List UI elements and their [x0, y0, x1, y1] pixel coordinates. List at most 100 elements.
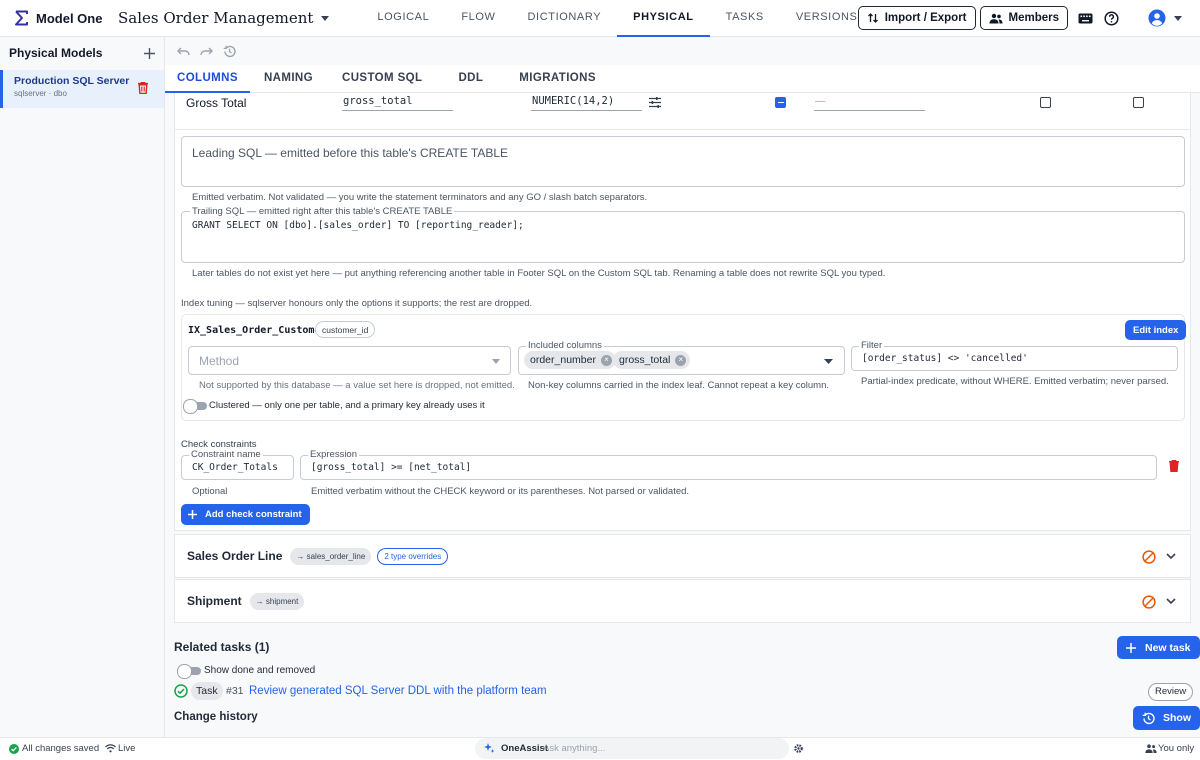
assist-settings-icon[interactable] — [793, 743, 804, 754]
review-button[interactable]: Review — [1148, 683, 1194, 701]
included-chip-label: gross_total — [619, 354, 671, 366]
type-tune-icon[interactable] — [649, 97, 661, 108]
new-task-button[interactable]: New task — [1117, 636, 1200, 659]
trailing-sql-label: Trailing SQL — emitted right after this … — [190, 206, 455, 217]
excluded-icon[interactable] — [1142, 550, 1156, 564]
filter-field[interactable]: [order_status] <> 'cancelled' — [851, 346, 1178, 371]
account-caret-icon[interactable] — [1170, 6, 1186, 30]
tab-migrations[interactable]: MIGRATIONS — [495, 65, 608, 93]
included-chip-label: order_number — [530, 354, 596, 366]
physical-name-field[interactable]: gross_total — [342, 93, 453, 111]
constraint-expression-helper: Emitted verbatim without the CHECK keywo… — [311, 486, 690, 497]
tab-logical[interactable]: LOGICAL — [361, 0, 445, 37]
tab-physical[interactable]: PHYSICAL — [617, 0, 710, 37]
tab-naming[interactable]: NAMING — [250, 65, 325, 93]
sidebar-item-sub: sqlserver · dbo — [14, 89, 67, 98]
live-status: Live — [118, 743, 136, 754]
top-bar: Model One Sales Order Management LOGICAL… — [0, 0, 1200, 37]
show-done-label: Show done and removed — [204, 665, 316, 676]
constraint-name-label: Constraint name — [189, 449, 263, 460]
tab-ddl[interactable]: DDL — [434, 65, 495, 93]
identity-checkbox[interactable] — [1133, 97, 1144, 108]
task-number: #31 — [226, 685, 244, 697]
delete-model-icon[interactable] — [138, 82, 148, 94]
table-name: Shipment — [187, 594, 242, 608]
assist-input[interactable]: Ask anything... — [543, 743, 605, 754]
trailing-sql-value: GRANT SELECT ON [dbo].[sales_order] TO [… — [192, 220, 524, 231]
history-icon[interactable] — [223, 45, 236, 58]
data-type-field[interactable]: NUMERIC(14,2) — [531, 93, 642, 111]
remove-chip-icon[interactable]: × — [675, 354, 687, 366]
project-selector[interactable]: Sales Order Management — [118, 9, 330, 27]
chevron-down-icon[interactable] — [1166, 553, 1176, 560]
saved-status: All changes saved — [22, 743, 100, 754]
sidebar: Physical Models Production SQL Server sq… — [0, 37, 165, 737]
remove-chip-icon[interactable]: × — [600, 354, 612, 366]
method-placeholder: Method — [199, 354, 240, 368]
trailing-sql-textarea[interactable]: GRANT SELECT ON [dbo].[sales_order] TO [… — [181, 211, 1185, 263]
keyboard-icon[interactable] — [1072, 6, 1098, 30]
leading-sql-placeholder: Leading SQL — emitted before this table'… — [192, 146, 509, 160]
included-chip[interactable]: gross_total × — [613, 351, 691, 369]
show-history-button[interactable]: Show — [1133, 706, 1200, 730]
table-row-sales-order-line[interactable]: Sales Order Line → sales_order_line 2 ty… — [174, 534, 1191, 578]
table-row-shipment[interactable]: Shipment → shipment — [174, 579, 1191, 623]
project-name: Sales Order Management — [118, 9, 314, 27]
tab-custom-sql[interactable]: CUSTOM SQL — [325, 65, 434, 93]
add-model-icon[interactable] — [144, 47, 155, 59]
delete-constraint-icon[interactable] — [1169, 460, 1179, 472]
tab-dictionary[interactable]: DICTIONARY — [512, 0, 618, 37]
sub-tabs: COLUMNS NAMING CUSTOM SQL DDL MIGRATIONS — [165, 65, 1200, 93]
avatar-icon[interactable] — [1144, 6, 1170, 30]
import-export-button[interactable]: Import / Export — [857, 6, 976, 30]
show-history-label: Show — [1163, 712, 1191, 724]
method-select[interactable]: Method — [188, 346, 511, 375]
nullable-checkbox[interactable] — [775, 97, 786, 108]
history-toolbar — [165, 37, 1200, 65]
row-divider — [175, 129, 1191, 130]
excluded-icon[interactable] — [1142, 595, 1156, 609]
constraint-expression-field[interactable]: [gross_total] >= [net_total] — [300, 455, 1157, 480]
new-task-label: New task — [1145, 641, 1191, 654]
filter-helper: Partial-index predicate, without WHERE. … — [861, 376, 1169, 387]
chevron-down-icon[interactable] — [1166, 598, 1176, 605]
plus-icon — [1126, 642, 1136, 653]
undo-icon[interactable] — [177, 47, 190, 56]
change-history-title: Change history — [174, 711, 258, 723]
included-columns-label: Included columns — [526, 340, 604, 351]
constraint-name-value: CK_Order_Totals — [192, 462, 278, 473]
swap-vertical-icon — [867, 12, 885, 24]
method-helper: Not supported by this database — a value… — [199, 380, 515, 391]
scope-label: You only — [1158, 743, 1195, 754]
redo-icon[interactable] — [200, 47, 213, 56]
task-title-link[interactable]: Review generated SQL Server DDL with the… — [249, 685, 547, 697]
table-editor-card: Gross Total gross_total NUMERIC(14,2) — … — [174, 93, 1191, 531]
leading-sql-textarea[interactable]: Leading SQL — emitted before this table'… — [181, 136, 1185, 187]
members-button[interactable]: Members — [979, 6, 1068, 30]
import-export-label: Import / Export — [884, 12, 967, 24]
help-icon[interactable] — [1098, 6, 1124, 30]
default-value-field[interactable]: — — [814, 93, 925, 111]
sigma-logo-icon — [14, 10, 30, 26]
brand[interactable]: Model One — [14, 10, 110, 26]
clustered-toggle[interactable] — [183, 399, 207, 414]
unique-checkbox[interactable] — [1040, 97, 1051, 108]
included-chip[interactable]: order_number × — [524, 351, 616, 369]
show-done-toggle[interactable] — [177, 664, 201, 679]
constraint-expression-label: Expression — [308, 449, 359, 460]
tab-columns[interactable]: COLUMNS — [165, 65, 250, 93]
sidebar-item-production-sql-server[interactable]: Production SQL Server sqlserver · dbo — [0, 70, 164, 108]
assist-name: OneAssist — [501, 743, 548, 754]
included-caret-icon — [824, 359, 833, 364]
index-key-chip: customer_id — [315, 321, 376, 338]
add-check-constraint-button[interactable]: Add check constraint — [181, 504, 310, 525]
history-icon — [1142, 712, 1155, 725]
edit-index-button[interactable]: Edit index — [1125, 320, 1187, 340]
assist-bar[interactable]: OneAssist Ask anything... — [475, 738, 789, 759]
type-overrides-badge: 2 type overrides — [377, 547, 449, 565]
tab-flow[interactable]: FLOW — [445, 0, 511, 37]
task-kind-pill: Task — [191, 682, 223, 700]
task-done-icon — [174, 684, 188, 698]
tab-tasks[interactable]: TASKS — [710, 0, 780, 37]
index-tuning-heading: Index tuning — sqlserver honours only th… — [181, 298, 533, 309]
